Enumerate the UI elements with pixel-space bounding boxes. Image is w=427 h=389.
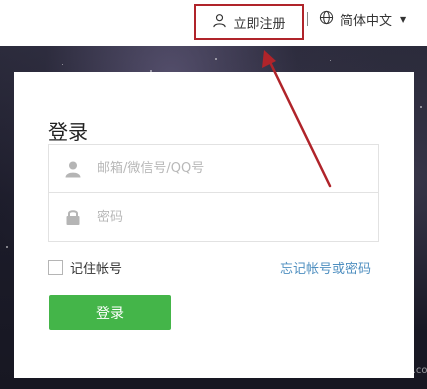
forgot-account-link[interactable]: 忘记帐号或密码	[280, 258, 371, 277]
login-card: 登录 记住帐号 忘记帐号或密码 登录	[14, 72, 414, 378]
caret-down-icon: ▼	[400, 14, 407, 24]
star-decoration	[6, 246, 8, 248]
header-divider	[307, 12, 308, 26]
remember-label: 记住帐号	[70, 262, 123, 277]
star-decoration	[215, 58, 217, 60]
star-decoration	[62, 64, 63, 65]
login-title: 登录	[48, 120, 88, 144]
register-button[interactable]: 立即注册	[194, 4, 304, 40]
language-label: 简体中文	[340, 13, 393, 29]
top-bar: 立即注册 简体中文 ▼	[0, 0, 427, 46]
globe-icon	[319, 10, 334, 29]
watermark-logo: Bai 经验	[311, 344, 396, 366]
password-field	[49, 193, 378, 241]
star-decoration	[420, 106, 422, 108]
account-input[interactable]	[97, 153, 367, 184]
login-button[interactable]: 登录	[49, 295, 171, 330]
login-fields	[48, 144, 379, 242]
account-field	[49, 145, 378, 193]
password-input[interactable]	[97, 202, 367, 232]
star-decoration	[330, 60, 331, 61]
lock-icon	[49, 193, 97, 241]
language-selector[interactable]: 简体中文 ▼	[319, 8, 406, 30]
remember-checkbox[interactable]	[48, 260, 63, 275]
user-icon	[212, 13, 227, 32]
watermark: Bai 经验 jingyan.baidu.com	[305, 338, 427, 386]
watermark-url: jingyan.baidu.com	[345, 365, 427, 376]
register-label: 立即注册	[233, 16, 286, 32]
remember-account[interactable]: 记住帐号	[48, 258, 122, 277]
user-icon	[49, 145, 97, 193]
